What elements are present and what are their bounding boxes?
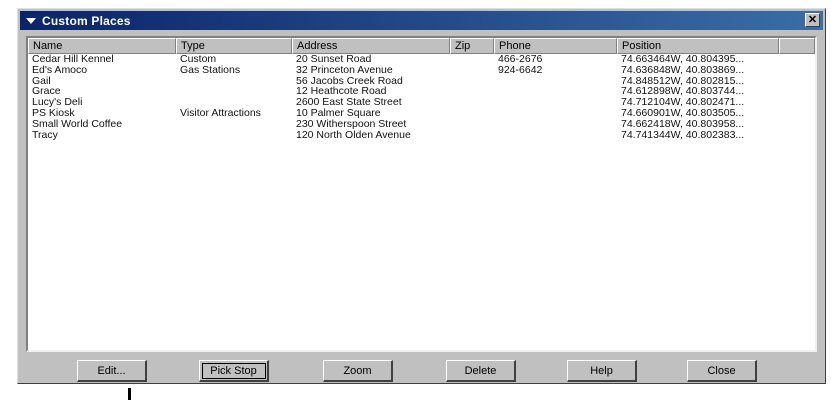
column-header-type[interactable]: Type: [176, 38, 292, 54]
cell-name: Lucy's Deli: [32, 97, 83, 108]
cell-zip: [450, 97, 494, 108]
cell-zip: [450, 130, 494, 141]
list-header: Name Type Address Zip Phone Position: [28, 38, 815, 54]
cell-phone: [494, 86, 617, 97]
cell-name: Gail: [32, 75, 51, 87]
list-item[interactable]: Small World Coffee 230 Witherspoon Stree…: [28, 119, 815, 130]
list-item[interactable]: Cedar Hill Kennel Custom 20 Sunset Road …: [28, 54, 815, 65]
cell-phone: [494, 119, 617, 130]
column-header-address[interactable]: Address: [292, 38, 450, 54]
cell-zip: [450, 86, 494, 97]
cell-phone: [494, 130, 617, 141]
delete-button[interactable]: Delete: [446, 360, 516, 382]
cell-position: 74.612898W, 40.803744...: [621, 86, 745, 98]
cell-type: [176, 130, 292, 141]
text-cursor: [128, 388, 131, 400]
cell-address: 20 Sunset Road: [296, 54, 372, 65]
zoom-button[interactable]: Zoom: [323, 360, 393, 382]
cell-address: 2600 East State Street: [296, 97, 402, 108]
cell-name: Small World Coffee: [32, 118, 123, 130]
cell-name: PS Kiosk: [32, 107, 75, 119]
cell-position: 74.636848W, 40.803869...: [621, 64, 745, 76]
cell-type: Custom: [180, 54, 217, 65]
cell-zip: [450, 54, 494, 65]
close-button[interactable]: Close: [687, 360, 757, 382]
custom-places-window: Custom Places ✕ Name Type Address Zip Ph…: [17, 8, 826, 384]
cell-phone: 466-2676: [498, 54, 543, 65]
cell-address: 230 Witherspoon Street: [296, 118, 407, 130]
cell-type: Visitor Attractions: [180, 107, 261, 119]
cell-type: [176, 119, 292, 130]
column-header-phone[interactable]: Phone: [494, 38, 617, 54]
cell-address: 56 Jacobs Creek Road: [296, 75, 403, 87]
cell-phone: [494, 108, 617, 119]
column-header-filler: [779, 38, 815, 54]
chevron-down-icon[interactable]: [24, 11, 38, 30]
help-button[interactable]: Help: [567, 360, 637, 382]
window-title: Custom Places: [42, 13, 131, 28]
cell-name: Cedar Hill Kennel: [32, 54, 114, 65]
close-icon[interactable]: ✕: [805, 13, 820, 27]
cell-address: 10 Palmer Square: [296, 107, 381, 119]
cell-address: 12 Heathcote Road: [296, 86, 387, 98]
pick-stop-button[interactable]: Pick Stop: [199, 360, 269, 382]
title-bar[interactable]: Custom Places ✕: [20, 11, 823, 30]
list-item[interactable]: Ed's Amoco Gas Stations 32 Princeton Ave…: [28, 65, 815, 76]
cell-position: 74.712104W, 40.802471...: [621, 97, 745, 108]
places-list[interactable]: Name Type Address Zip Phone Position Ced…: [26, 36, 817, 352]
cell-phone: [494, 97, 617, 108]
list-item[interactable]: Lucy's Deli 2600 East State Street 74.71…: [28, 97, 815, 108]
cell-zip: [450, 119, 494, 130]
cell-type: [176, 86, 292, 97]
edit-button[interactable]: Edit...: [77, 360, 147, 382]
list-item[interactable]: Grace 12 Heathcote Road 74.612898W, 40.8…: [28, 86, 815, 97]
list-item[interactable]: Gail 56 Jacobs Creek Road 74.848512W, 40…: [28, 76, 815, 87]
cell-position: 74.662418W, 40.803958...: [621, 118, 745, 130]
cell-name: Ed's Amoco: [32, 64, 88, 76]
column-header-zip[interactable]: Zip: [450, 38, 494, 54]
cell-position: 74.741344W, 40.802383...: [621, 129, 745, 141]
cell-type: [176, 76, 292, 87]
cell-type: [176, 97, 292, 108]
list-item[interactable]: Tracy 120 North Olden Avenue 74.741344W,…: [28, 130, 815, 141]
cell-address: 32 Princeton Avenue: [296, 64, 393, 76]
cell-address: 120 North Olden Avenue: [296, 129, 411, 141]
cell-name: Grace: [32, 86, 61, 98]
cell-name: Tracy: [32, 129, 58, 141]
list-item[interactable]: PS Kiosk Visitor Attractions 10 Palmer S…: [28, 108, 815, 119]
column-header-position[interactable]: Position: [617, 38, 779, 54]
column-header-name[interactable]: Name: [28, 38, 176, 54]
cell-type: Gas Stations: [180, 64, 241, 76]
cell-phone: 924-6642: [498, 64, 543, 76]
cell-position: 74.660901W, 40.803505...: [621, 107, 745, 119]
cell-zip: [450, 76, 494, 87]
button-bar: Edit... Pick Stop Zoom Delete Help Close: [18, 360, 825, 384]
cell-zip: [450, 65, 494, 76]
cell-position: 74.663464W, 40.804395...: [621, 54, 745, 65]
cell-position: 74.848512W, 40.802815...: [621, 75, 745, 87]
list-body: Cedar Hill Kennel Custom 20 Sunset Road …: [28, 54, 815, 140]
cell-zip: [450, 108, 494, 119]
cell-phone: [494, 76, 617, 87]
